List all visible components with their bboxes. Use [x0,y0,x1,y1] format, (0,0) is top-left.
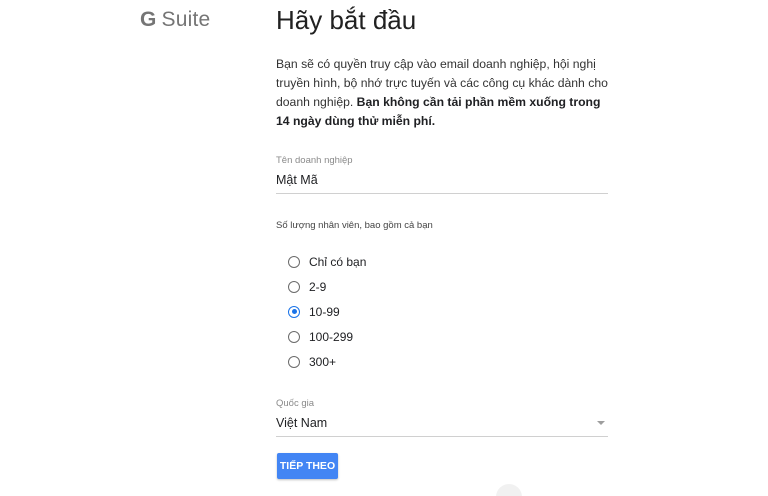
country-field[interactable]: Quốc gia Việt Nam [276,398,608,437]
radio-option[interactable]: 100-299 [288,324,366,349]
radio-label[interactable]: 300+ [309,355,336,369]
intro-text: Bạn sẽ có quyền truy cập vào email doanh… [276,55,612,131]
signup-page: G Suite Hãy bắt đầu Bạn sẽ có quyền truy… [0,0,768,496]
radio-option[interactable]: 300+ [288,349,366,374]
country-value: Việt Nam [276,416,328,430]
radio-label[interactable]: 100-299 [309,330,353,344]
radio-button[interactable] [288,280,300,293]
radio-label[interactable]: 10-99 [309,305,340,319]
radio-option[interactable]: Chỉ có bạn [288,249,366,274]
radio-button[interactable] [288,330,300,343]
business-name-field[interactable]: Tên doanh nghiệp Mật Mã [276,155,608,194]
radio-label[interactable]: 2-9 [309,280,326,294]
employee-count-question: Số lượng nhân viên, bao gồm cả bạn [276,220,433,231]
radio-option[interactable]: 2-9 [288,274,366,299]
country-label: Quốc gia [276,398,315,409]
radio-button-selected[interactable] [288,305,300,318]
dropdown-caret-icon[interactable] [597,421,605,425]
radio-option[interactable]: 10-99 [288,299,366,324]
radio-label[interactable]: Chỉ có bạn [309,255,366,269]
country-select[interactable]: Việt Nam [276,414,608,437]
business-name-input[interactable]: Mật Mã [276,171,608,194]
page-title: Hãy bắt đầu [276,5,417,35]
business-name-label: Tên doanh nghiệp [276,155,353,166]
radio-button[interactable] [288,255,300,268]
radio-button[interactable] [288,355,300,368]
floating-circle [496,484,522,496]
logo-suite: Suite [161,8,211,31]
next-button[interactable]: TIẾP THEO [277,453,338,479]
logo-g: G [140,8,157,31]
employee-count-radio-group: Chỉ có bạn 2-9 10-99 100-299 300+ [288,249,366,374]
gsuite-logo: G Suite [140,8,210,32]
